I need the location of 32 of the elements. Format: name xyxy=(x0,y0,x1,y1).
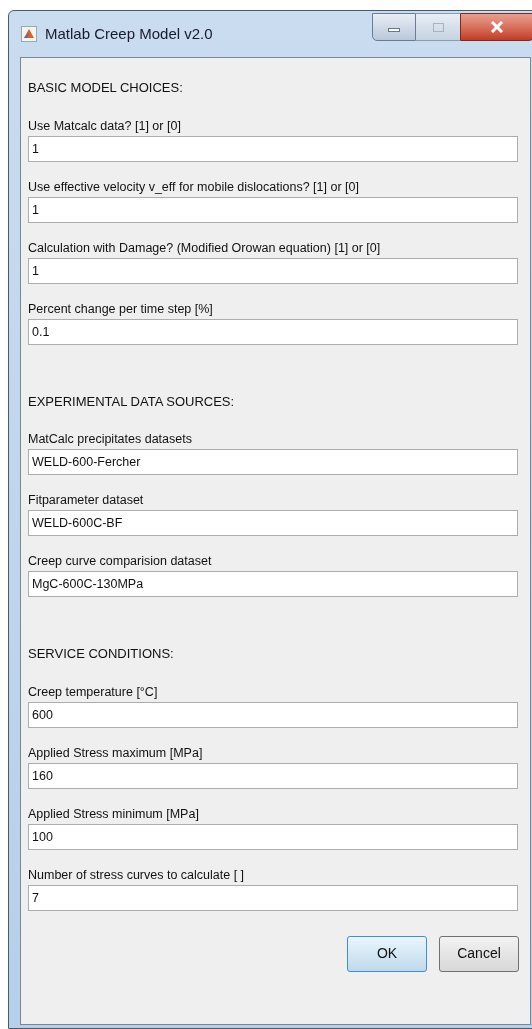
field-label: Creep temperature [°C] xyxy=(28,683,159,700)
input-field[interactable]: WELD-600C-BF xyxy=(28,510,518,536)
section-heading: SERVICE CONDITIONS: xyxy=(28,645,175,663)
close-button[interactable] xyxy=(460,13,532,41)
input-field[interactable]: MgC-600C-130MPa xyxy=(28,571,518,597)
field-label: Creep curve comparision dataset xyxy=(28,553,213,569)
field-label: MatCalc precipitates datasets xyxy=(28,431,193,447)
input-field[interactable]: 1 xyxy=(28,135,518,162)
section-heading: EXPERIMENTAL DATA SOURCES: xyxy=(28,392,236,411)
close-icon xyxy=(490,21,504,33)
section-heading: BASIC MODEL CHOICES: xyxy=(28,79,184,97)
input-field[interactable]: 1 xyxy=(28,257,518,284)
ok-button[interactable]: OK xyxy=(347,935,427,972)
input-field[interactable]: 7 xyxy=(28,884,518,911)
field-label: Applied Stress minimum [MPa] xyxy=(28,805,200,822)
window-title: Matlab Creep Model v2.0 xyxy=(45,23,213,44)
field-label: Calculation with Damage? (Modified Orowan equation) [1] or [0] xyxy=(28,239,382,256)
field-label: Use effective velocity v_eff for mobile dislocations? [1] or [0] xyxy=(28,178,360,195)
field-label: Percent change per time step [%] xyxy=(28,300,214,317)
cancel-button[interactable]: Cancel xyxy=(439,935,519,972)
input-field[interactable]: 0.1 xyxy=(28,318,518,345)
input-field[interactable]: 100 xyxy=(28,823,518,850)
field-label: Number of stress curves to calculate [ ] xyxy=(28,866,246,883)
input-field[interactable]: 160 xyxy=(28,762,518,789)
input-field[interactable]: 600 xyxy=(28,701,518,728)
minimize-button[interactable] xyxy=(372,13,416,41)
field-label: Fitparameter dataset xyxy=(28,492,145,508)
app-icon xyxy=(21,26,37,42)
input-field[interactable]: 1 xyxy=(28,196,518,223)
input-field[interactable]: WELD-600-Fercher xyxy=(28,449,518,475)
field-label: Applied Stress maximum [MPa] xyxy=(28,744,204,761)
field-label: Use Matcalc data? [1] or [0] xyxy=(28,117,182,134)
